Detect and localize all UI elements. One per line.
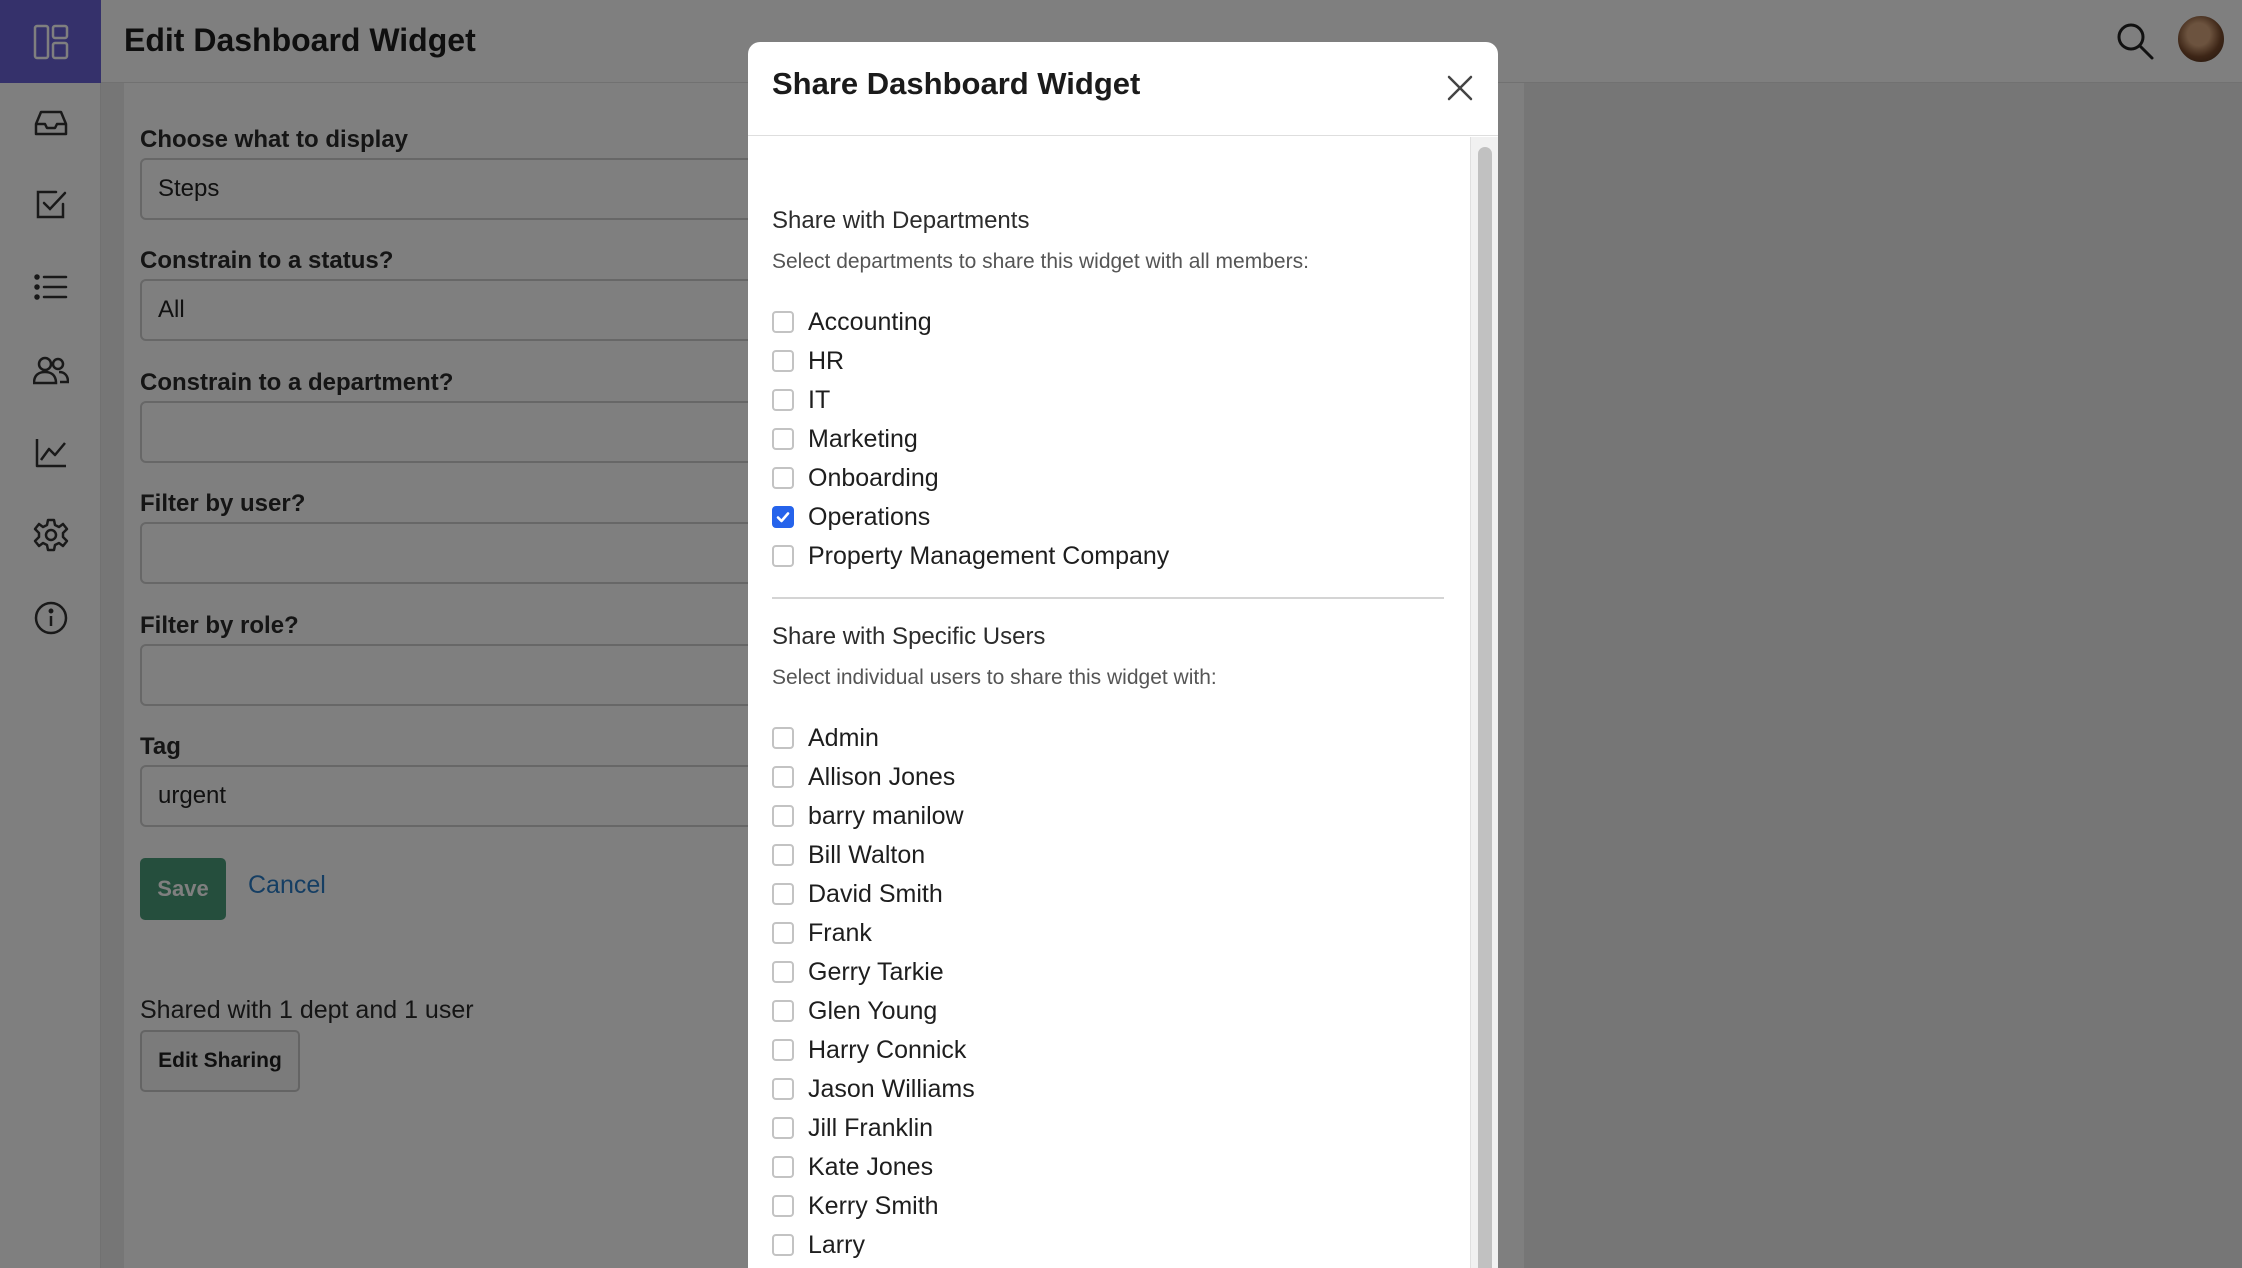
checkbox[interactable]: [772, 844, 794, 866]
checkbox-label[interactable]: Accounting: [808, 308, 932, 337]
checkbox-row[interactable]: HR: [772, 344, 844, 378]
users-section-title: Share with Specific Users: [772, 623, 1046, 650]
checkbox-label[interactable]: Admin: [808, 724, 879, 753]
checkbox-row[interactable]: Marketing: [772, 422, 918, 456]
checkbox[interactable]: [772, 1234, 794, 1256]
checkmark-icon: [776, 512, 790, 523]
checkbox-label[interactable]: Jill Franklin: [808, 1114, 933, 1143]
checkbox-row[interactable]: Harry Connick: [772, 1033, 966, 1067]
checkbox-label[interactable]: HR: [808, 347, 844, 376]
scrollbar-thumb[interactable]: [1478, 147, 1492, 1268]
checkbox-row[interactable]: Kate Jones: [772, 1150, 933, 1184]
checkbox-row[interactable]: Jill Franklin: [772, 1111, 933, 1145]
checkbox[interactable]: [772, 350, 794, 372]
checkbox[interactable]: [772, 1000, 794, 1022]
checkbox-label[interactable]: Frank: [808, 919, 872, 948]
modal-scrollbar[interactable]: [1470, 137, 1498, 1268]
checkbox-row[interactable]: Jason Williams: [772, 1072, 975, 1106]
checkbox-row[interactable]: Glen Young: [772, 994, 937, 1028]
modal-title: Share Dashboard Widget: [772, 66, 1141, 101]
checkbox-label[interactable]: Gerry Tarkie: [808, 958, 944, 987]
checkbox-label[interactable]: Glen Young: [808, 997, 937, 1026]
checkbox-row[interactable]: Allison Jones: [772, 760, 955, 794]
checkbox-label[interactable]: Kate Jones: [808, 1153, 933, 1182]
checkbox[interactable]: [772, 545, 794, 567]
checkbox-row[interactable]: Operations: [772, 500, 930, 534]
checkbox[interactable]: [772, 389, 794, 411]
checkbox-label[interactable]: David Smith: [808, 880, 943, 909]
checkbox-label[interactable]: barry manilow: [808, 802, 964, 831]
checkbox-label[interactable]: Marketing: [808, 425, 918, 454]
checkbox[interactable]: [772, 1078, 794, 1100]
checkbox-row[interactable]: Bill Walton: [772, 838, 925, 872]
checkbox-label[interactable]: Jason Williams: [808, 1075, 975, 1104]
modal-body: Share with Departments Select department…: [748, 137, 1498, 1268]
users-section-description: Select individual users to share this wi…: [772, 666, 1217, 689]
checkbox[interactable]: [772, 883, 794, 905]
checkbox[interactable]: [772, 766, 794, 788]
checkbox-row[interactable]: Accounting: [772, 305, 932, 339]
checkbox[interactable]: [772, 1117, 794, 1139]
checkbox-label[interactable]: Property Management Company: [808, 542, 1169, 571]
checkbox-label[interactable]: Operations: [808, 503, 930, 532]
checkbox-row[interactable]: Admin: [772, 721, 879, 755]
departments-section-description: Select departments to share this widget …: [772, 250, 1309, 273]
checkbox-row[interactable]: Property Management Company: [772, 539, 1169, 573]
checkbox-label[interactable]: IT: [808, 386, 830, 415]
checkbox[interactable]: [772, 922, 794, 944]
checkbox[interactable]: [772, 805, 794, 827]
checkbox[interactable]: [772, 727, 794, 749]
checkbox-label[interactable]: Larry: [808, 1231, 865, 1260]
checkbox-label[interactable]: Onboarding: [808, 464, 939, 493]
checkbox[interactable]: [772, 1195, 794, 1217]
checkbox-row[interactable]: barry manilow: [772, 799, 964, 833]
checkbox[interactable]: [772, 1039, 794, 1061]
checkbox-label[interactable]: Kerry Smith: [808, 1192, 939, 1221]
checkbox-row[interactable]: Onboarding: [772, 461, 939, 495]
checkbox-label[interactable]: Harry Connick: [808, 1036, 966, 1065]
checkbox[interactable]: [772, 428, 794, 450]
section-divider: [772, 597, 1444, 599]
close-icon[interactable]: [1442, 70, 1478, 106]
checkbox-row[interactable]: IT: [772, 383, 830, 417]
checkbox[interactable]: [772, 961, 794, 983]
checkbox-row[interactable]: Kerry Smith: [772, 1189, 939, 1223]
checkbox-label[interactable]: Allison Jones: [808, 763, 955, 792]
checkbox[interactable]: [772, 1156, 794, 1178]
checkbox-row[interactable]: Frank: [772, 916, 872, 950]
checkbox-row[interactable]: Gerry Tarkie: [772, 955, 944, 989]
checkbox-label[interactable]: Bill Walton: [808, 841, 925, 870]
checkbox-row[interactable]: David Smith: [772, 877, 943, 911]
modal-header: Share Dashboard Widget: [748, 42, 1498, 136]
checkbox-checked[interactable]: [772, 506, 794, 528]
checkbox[interactable]: [772, 311, 794, 333]
share-widget-modal: Share Dashboard Widget Share with Depart…: [748, 42, 1498, 1268]
checkbox[interactable]: [772, 467, 794, 489]
departments-section-title: Share with Departments: [772, 207, 1030, 234]
checkbox-row[interactable]: Larry: [772, 1228, 865, 1262]
